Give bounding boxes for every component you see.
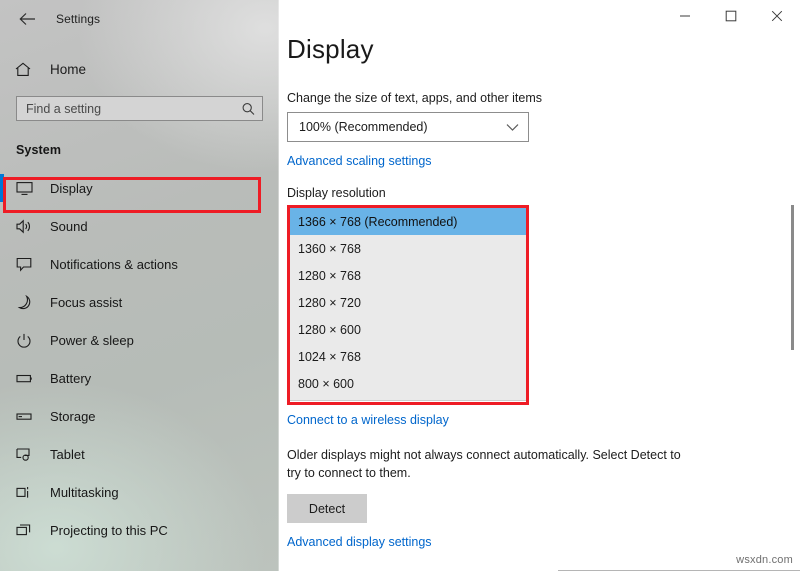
sidebar-item-notifications-label: Notifications & actions bbox=[50, 257, 178, 272]
resolution-option[interactable]: 1024 × 768 bbox=[288, 343, 528, 370]
scale-dropdown-value: 100% (Recommended) bbox=[299, 120, 428, 134]
resolution-dropdown-wrapper: 1366 × 768 (Recommended) 1360 × 768 1280… bbox=[287, 205, 529, 401]
power-icon bbox=[16, 333, 44, 348]
sidebar: Settings Home Syste bbox=[0, 0, 279, 571]
sidebar-item-storage-label: Storage bbox=[50, 409, 96, 424]
resolution-option[interactable]: 1280 × 720 bbox=[288, 289, 528, 316]
sidebar-item-battery-label: Battery bbox=[50, 371, 91, 386]
search-container bbox=[0, 85, 279, 121]
sidebar-item-home[interactable]: Home bbox=[0, 53, 279, 85]
resolution-option[interactable]: 1360 × 768 bbox=[288, 235, 528, 262]
chevron-down-icon bbox=[506, 123, 519, 132]
storage-drive-icon bbox=[16, 409, 44, 424]
scale-dropdown[interactable]: 100% (Recommended) bbox=[287, 112, 529, 142]
search-box[interactable] bbox=[16, 96, 263, 121]
sidebar-item-multitasking[interactable]: Multitasking bbox=[0, 473, 279, 511]
multitasking-icon bbox=[16, 485, 44, 500]
resolution-section-label: Display resolution bbox=[287, 186, 800, 200]
battery-icon bbox=[16, 371, 44, 386]
sidebar-item-notifications[interactable]: Notifications & actions bbox=[0, 245, 279, 283]
sidebar-item-power-sleep-label: Power & sleep bbox=[50, 333, 134, 348]
sidebar-item-focus-assist[interactable]: Focus assist bbox=[0, 283, 279, 321]
sidebar-titlebar: Settings bbox=[0, 0, 279, 38]
settings-window: Settings Home Syste bbox=[0, 0, 800, 571]
sidebar-item-focus-assist-label: Focus assist bbox=[50, 295, 122, 310]
back-arrow-icon[interactable] bbox=[8, 4, 46, 34]
resolution-option[interactable]: 800 × 600 bbox=[288, 370, 528, 397]
display-settings-panel: Display Change the size of text, apps, a… bbox=[279, 0, 800, 551]
resolution-option[interactable]: 1280 × 600 bbox=[288, 316, 528, 343]
resolution-option[interactable]: 1280 × 768 bbox=[288, 262, 528, 289]
detect-description: Older displays might not always connect … bbox=[287, 446, 687, 482]
advanced-scaling-settings-link[interactable]: Advanced scaling settings bbox=[287, 154, 432, 168]
notification-bubble-icon bbox=[16, 257, 44, 272]
minimize-button[interactable] bbox=[662, 0, 708, 32]
window-title: Settings bbox=[56, 12, 100, 26]
scale-section-label: Change the size of text, apps, and other… bbox=[287, 91, 800, 105]
wireless-display-link[interactable]: Connect to a wireless display bbox=[287, 413, 449, 427]
sidebar-item-sound[interactable]: Sound bbox=[0, 207, 279, 245]
resolution-dropdown-list[interactable]: 1366 × 768 (Recommended) 1360 × 768 1280… bbox=[287, 205, 529, 401]
moon-icon bbox=[16, 295, 44, 310]
sidebar-item-display[interactable]: Display bbox=[0, 169, 279, 207]
sidebar-item-multitasking-label: Multitasking bbox=[50, 485, 119, 500]
sidebar-nav-list: Display Sound Notifica bbox=[0, 169, 279, 549]
sidebar-item-display-label: Display bbox=[50, 181, 93, 196]
advanced-display-settings-link[interactable]: Advanced display settings bbox=[287, 535, 432, 549]
sidebar-item-sound-label: Sound bbox=[50, 219, 88, 234]
sidebar-item-battery[interactable]: Battery bbox=[0, 359, 279, 397]
speaker-icon bbox=[16, 219, 44, 234]
resolution-option[interactable]: 1366 × 768 (Recommended) bbox=[288, 208, 528, 235]
tablet-icon bbox=[16, 447, 44, 462]
sidebar-item-projecting[interactable]: Projecting to this PC bbox=[0, 511, 279, 549]
home-icon bbox=[15, 62, 41, 77]
sidebar-item-tablet-label: Tablet bbox=[50, 447, 85, 462]
main-content: Display Change the size of text, apps, a… bbox=[279, 0, 800, 571]
maximize-button[interactable] bbox=[708, 0, 754, 32]
search-icon[interactable] bbox=[242, 102, 255, 115]
sidebar-item-projecting-label: Projecting to this PC bbox=[50, 523, 168, 538]
scrollbar-thumb[interactable] bbox=[791, 205, 794, 350]
monitor-icon bbox=[16, 181, 44, 196]
window-controls bbox=[662, 0, 800, 32]
sidebar-item-storage[interactable]: Storage bbox=[0, 397, 279, 435]
sidebar-group-header: System bbox=[0, 121, 279, 157]
vertical-scrollbar[interactable] bbox=[786, 0, 798, 571]
search-input[interactable] bbox=[17, 97, 262, 120]
sidebar-item-power-sleep[interactable]: Power & sleep bbox=[0, 321, 279, 359]
projecting-icon bbox=[16, 523, 44, 538]
sidebar-item-home-label: Home bbox=[50, 62, 86, 77]
page-title: Display bbox=[287, 36, 800, 62]
sidebar-item-tablet[interactable]: Tablet bbox=[0, 435, 279, 473]
detect-button[interactable]: Detect bbox=[287, 494, 367, 523]
watermark: wsxdn.com bbox=[736, 554, 793, 566]
